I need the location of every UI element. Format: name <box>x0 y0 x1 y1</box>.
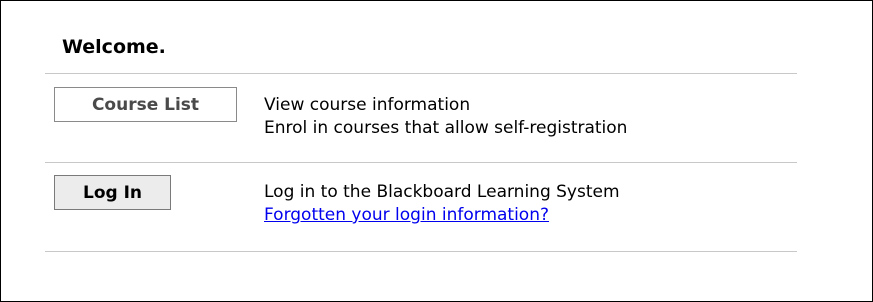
divider <box>45 162 797 163</box>
divider <box>45 73 797 74</box>
enrol-text: Enrol in courses that allow self-registr… <box>264 118 628 138</box>
page-frame: Welcome. Course List View course informa… <box>0 0 873 302</box>
course-info-text: View course information <box>264 95 471 115</box>
login-description: Log in to the Blackboard Learning System… <box>264 181 620 227</box>
course-list-button[interactable]: Course List <box>54 87 237 122</box>
login-button[interactable]: Log In <box>54 175 171 210</box>
login-info-text: Log in to the Blackboard Learning System <box>264 182 620 202</box>
course-list-description: View course information Enrol in courses… <box>264 94 627 140</box>
page-title: Welcome. <box>62 36 166 58</box>
forgotten-login-link[interactable]: Forgotten your login information? <box>264 205 549 225</box>
divider <box>45 251 797 252</box>
